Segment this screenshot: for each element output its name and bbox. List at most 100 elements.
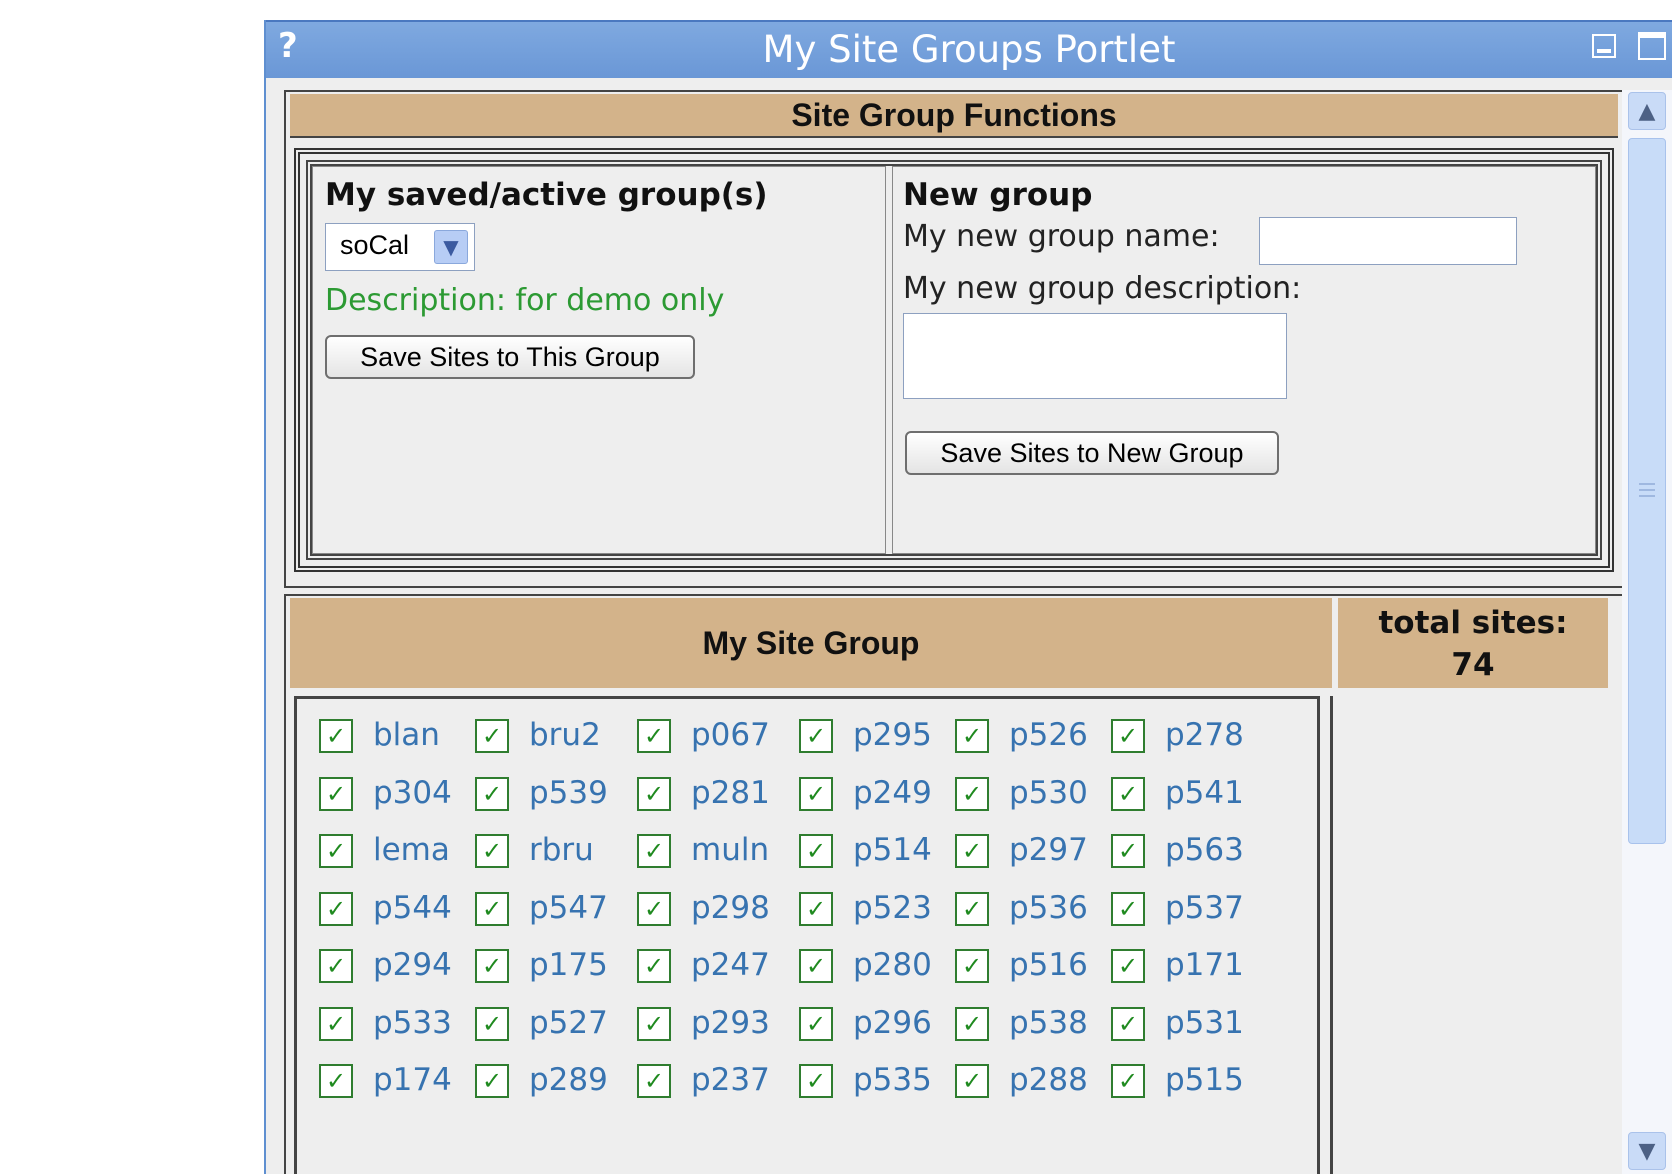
site-item[interactable]: ✓ p514: [791, 832, 951, 872]
site-label[interactable]: p237: [691, 1062, 770, 1098]
site-item[interactable]: ✓ p296: [791, 1005, 951, 1045]
site-label[interactable]: p280: [853, 947, 932, 983]
checked-checkbox-icon[interactable]: ✓: [475, 776, 509, 811]
site-item[interactable]: ✓ p295: [791, 717, 951, 757]
checked-checkbox-icon[interactable]: ✓: [319, 891, 353, 926]
site-item[interactable]: ✓ p294: [311, 947, 471, 987]
site-item[interactable]: ✓ p298: [629, 890, 789, 930]
site-item[interactable]: ✓ p174: [311, 1062, 471, 1102]
site-item[interactable]: ✓ p533: [311, 1005, 471, 1045]
checked-checkbox-icon[interactable]: ✓: [799, 719, 833, 753]
site-label[interactable]: p288: [1009, 1062, 1088, 1098]
site-item[interactable]: ✓ rbru: [467, 832, 627, 872]
checked-checkbox-icon[interactable]: ✓: [799, 1006, 833, 1041]
checked-checkbox-icon[interactable]: ✓: [799, 1064, 833, 1098]
site-label[interactable]: p297: [1009, 832, 1088, 868]
site-label[interactable]: p515: [1165, 1062, 1244, 1098]
checked-checkbox-icon[interactable]: ✓: [637, 834, 671, 868]
site-label[interactable]: p547: [529, 890, 608, 926]
checked-checkbox-icon[interactable]: ✓: [955, 1006, 989, 1041]
site-label[interactable]: p516: [1009, 947, 1088, 983]
site-label[interactable]: p535: [853, 1062, 932, 1098]
chevron-down-icon[interactable]: ▼: [434, 230, 468, 264]
site-item[interactable]: ✓ p563: [1103, 832, 1263, 872]
site-item[interactable]: ✓ p527: [467, 1005, 627, 1045]
site-label[interactable]: blan: [373, 717, 440, 753]
site-item[interactable]: ✓ p281: [629, 775, 789, 815]
site-item[interactable]: ✓ p544: [311, 890, 471, 930]
site-label[interactable]: p294: [373, 947, 452, 983]
checked-checkbox-icon[interactable]: ✓: [799, 891, 833, 926]
checked-checkbox-icon[interactable]: ✓: [637, 1006, 671, 1041]
site-label[interactable]: p523: [853, 890, 932, 926]
save-to-new-group-button[interactable]: Save Sites to New Group: [905, 431, 1279, 475]
site-label[interactable]: p531: [1165, 1005, 1244, 1041]
site-label[interactable]: p247: [691, 947, 770, 983]
site-label[interactable]: p175: [529, 947, 608, 983]
site-item[interactable]: ✓ p304: [311, 775, 471, 815]
vertical-scrollbar[interactable]: ▲ ▼: [1622, 90, 1672, 1174]
site-item[interactable]: ✓ muln: [629, 832, 789, 872]
checked-checkbox-icon[interactable]: ✓: [637, 719, 671, 753]
site-item[interactable]: ✓ p289: [467, 1062, 627, 1102]
site-item[interactable]: ✓ p536: [947, 890, 1107, 930]
save-to-this-group-button[interactable]: Save Sites to This Group: [325, 335, 695, 379]
site-label[interactable]: p539: [529, 775, 608, 811]
site-label[interactable]: p544: [373, 890, 452, 926]
site-item[interactable]: ✓ p067: [629, 717, 789, 757]
checked-checkbox-icon[interactable]: ✓: [1111, 776, 1145, 811]
site-item[interactable]: ✓ blan: [311, 717, 471, 757]
site-item[interactable]: ✓ p530: [947, 775, 1107, 815]
site-label[interactable]: p281: [691, 775, 770, 811]
site-label[interactable]: p278: [1165, 717, 1244, 753]
checked-checkbox-icon[interactable]: ✓: [637, 1064, 671, 1098]
checked-checkbox-icon[interactable]: ✓: [1111, 719, 1145, 753]
checked-checkbox-icon[interactable]: ✓: [1111, 1064, 1145, 1098]
checked-checkbox-icon[interactable]: ✓: [955, 1064, 989, 1098]
site-label[interactable]: p295: [853, 717, 932, 753]
site-label[interactable]: lema: [373, 832, 450, 868]
site-item[interactable]: ✓ p297: [947, 832, 1107, 872]
checked-checkbox-icon[interactable]: ✓: [475, 949, 509, 983]
site-item[interactable]: ✓ p175: [467, 947, 627, 987]
site-item[interactable]: ✓ bru2: [467, 717, 627, 757]
site-item[interactable]: ✓ p535: [791, 1062, 951, 1102]
site-label[interactable]: p538: [1009, 1005, 1088, 1041]
checked-checkbox-icon[interactable]: ✓: [475, 1006, 509, 1041]
site-label[interactable]: rbru: [529, 832, 594, 868]
site-item[interactable]: ✓ p249: [791, 775, 951, 815]
site-item[interactable]: ✓ p515: [1103, 1062, 1263, 1102]
checked-checkbox-icon[interactable]: ✓: [319, 949, 353, 983]
site-item[interactable]: ✓ p531: [1103, 1005, 1263, 1045]
site-item[interactable]: ✓ p288: [947, 1062, 1107, 1102]
checked-checkbox-icon[interactable]: ✓: [319, 719, 353, 753]
site-label[interactable]: p533: [373, 1005, 452, 1041]
checked-checkbox-icon[interactable]: ✓: [955, 834, 989, 868]
site-label[interactable]: bru2: [529, 717, 601, 753]
site-label[interactable]: p536: [1009, 890, 1088, 926]
site-label[interactable]: p249: [853, 775, 932, 811]
site-label[interactable]: p563: [1165, 832, 1244, 868]
site-label[interactable]: p171: [1165, 947, 1244, 983]
checked-checkbox-icon[interactable]: ✓: [1111, 1006, 1145, 1041]
checked-checkbox-icon[interactable]: ✓: [319, 1006, 353, 1041]
checked-checkbox-icon[interactable]: ✓: [637, 949, 671, 983]
new-group-description-textarea[interactable]: [903, 313, 1287, 399]
checked-checkbox-icon[interactable]: ✓: [955, 719, 989, 753]
site-item[interactable]: ✓ p293: [629, 1005, 789, 1045]
site-label[interactable]: p514: [853, 832, 932, 868]
checked-checkbox-icon[interactable]: ✓: [1111, 891, 1145, 926]
site-item[interactable]: ✓ p171: [1103, 947, 1263, 987]
site-label[interactable]: p067: [691, 717, 770, 753]
checked-checkbox-icon[interactable]: ✓: [799, 949, 833, 983]
site-label[interactable]: p537: [1165, 890, 1244, 926]
checked-checkbox-icon[interactable]: ✓: [1111, 949, 1145, 983]
site-label[interactable]: p526: [1009, 717, 1088, 753]
checked-checkbox-icon[interactable]: ✓: [319, 1064, 353, 1098]
site-item[interactable]: ✓ p516: [947, 947, 1107, 987]
site-label[interactable]: p298: [691, 890, 770, 926]
site-item[interactable]: ✓ p278: [1103, 717, 1263, 757]
maximize-icon[interactable]: [1638, 32, 1666, 60]
checked-checkbox-icon[interactable]: ✓: [799, 776, 833, 811]
site-label[interactable]: p296: [853, 1005, 932, 1041]
